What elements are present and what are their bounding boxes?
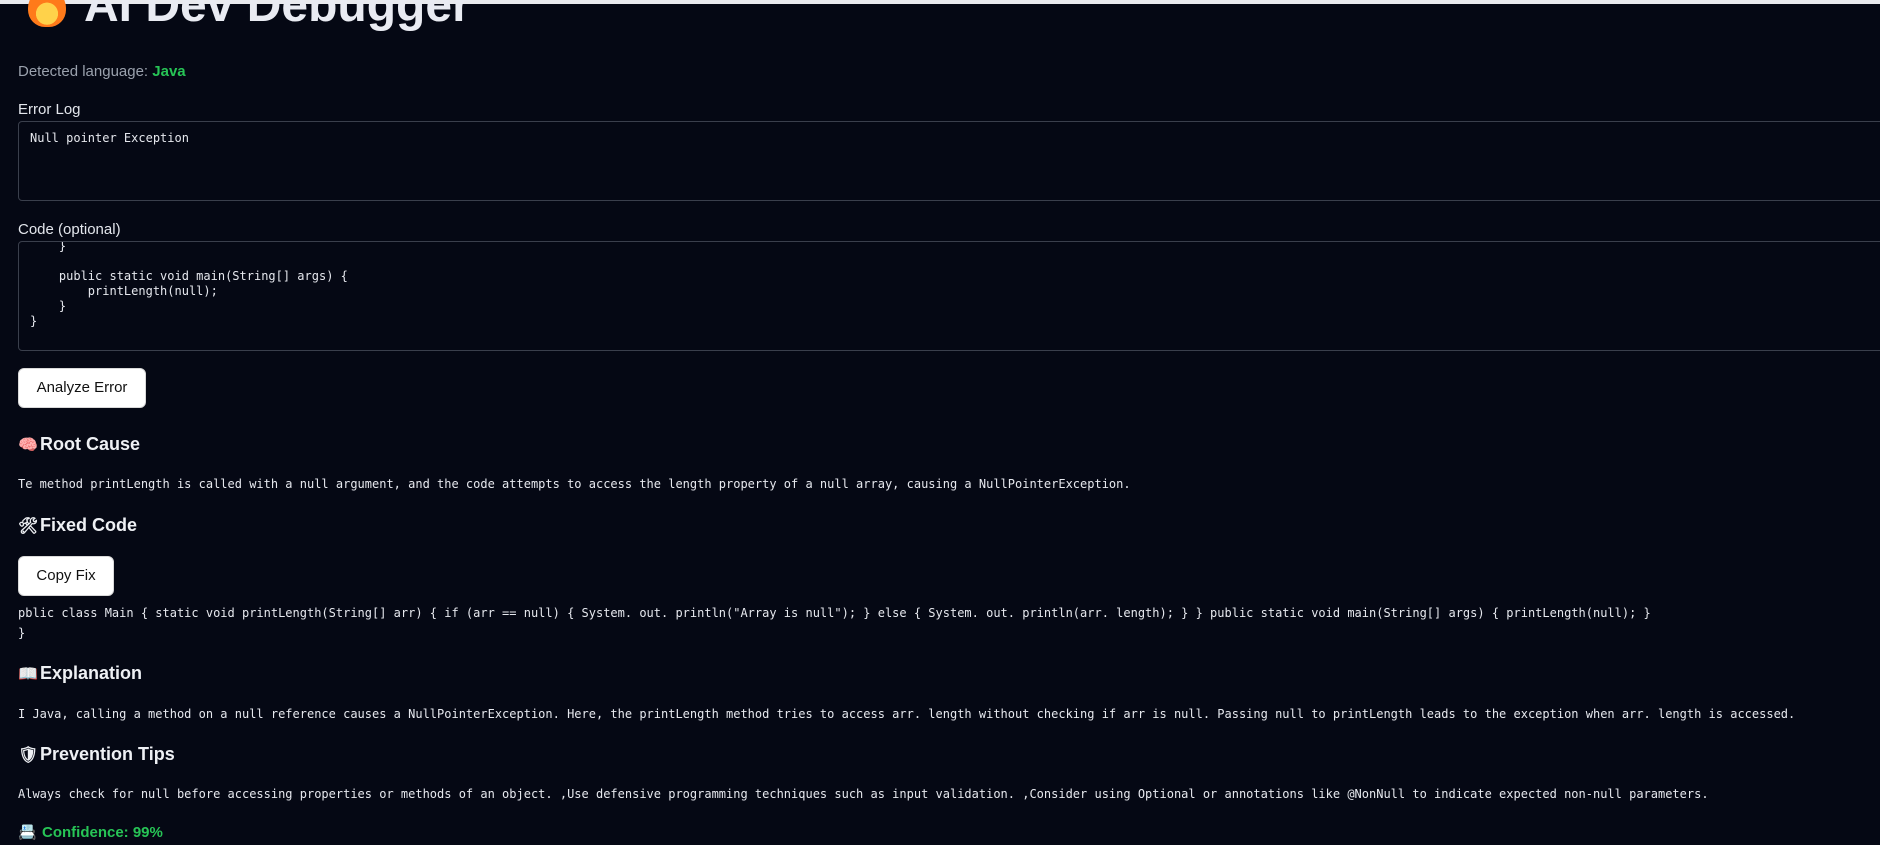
prevention-text: Always check for null before accessing p… <box>18 787 1709 801</box>
explanation-text: I Java, calling a method on a null refer… <box>18 707 1796 721</box>
root-cause-text: Te method printLength is called with a n… <box>18 477 1131 491</box>
fixed-code-heading-text: Fixed Code <box>40 515 138 535</box>
explanation-heading-text: Explanation <box>40 663 143 683</box>
code-input[interactable]: } public static void main(String[] args)… <box>18 241 1880 351</box>
error-log-label: Error Log <box>18 101 81 118</box>
error-log-value: Null pointer Exception <box>30 131 189 145</box>
confidence-text: Confidence: 99% <box>42 824 163 841</box>
shield-icon: 🛡 <box>18 747 39 764</box>
book-icon: 📖 <box>18 666 38 683</box>
page-title-text: AI Dev Debugger <box>84 0 471 32</box>
root-cause-heading: 🧠 Root Cause <box>18 434 140 455</box>
tools-icon: 🛠 <box>18 518 39 535</box>
page-title: AI Dev Debugger <box>28 0 471 34</box>
flame-icon <box>28 0 66 28</box>
explanation-heading: 📖 Explanation <box>18 663 142 684</box>
fixed-code-heading: 🛠Fixed Code <box>18 515 137 536</box>
code-value: } public static void main(String[] args)… <box>30 241 348 328</box>
root-cause-heading-text: Root Cause <box>40 434 141 454</box>
detected-language: Detected language: Java <box>18 63 186 80</box>
copy-fix-button[interactable]: Copy Fix <box>18 556 114 596</box>
prevention-heading: 🛡Prevention Tips <box>18 744 175 765</box>
prevention-heading-text: Prevention Tips <box>40 744 175 764</box>
id-card-icon: 📇 <box>18 824 37 841</box>
fixed-code-text: pblic class Main { static void printLeng… <box>18 606 1651 640</box>
brain-icon: 🧠 <box>18 437 38 454</box>
code-label: Code (optional) <box>18 221 121 238</box>
analyze-error-button[interactable]: Analyze Error <box>18 368 146 408</box>
error-log-input[interactable]: Null pointer Exception <box>18 121 1880 201</box>
confidence: 📇 Confidence: 99% <box>18 823 163 841</box>
detected-language-label: Detected language: <box>18 63 149 80</box>
detected-language-value: Java <box>152 63 186 80</box>
